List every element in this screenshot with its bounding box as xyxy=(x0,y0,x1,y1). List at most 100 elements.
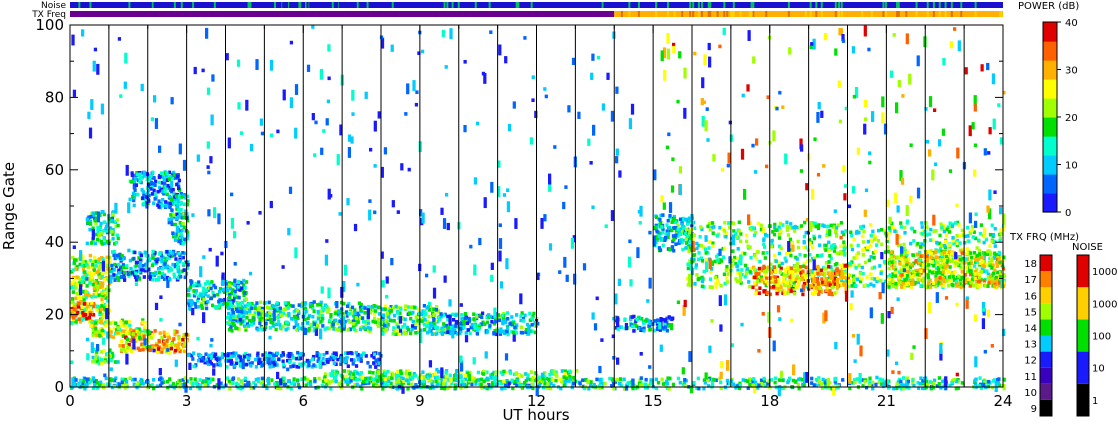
heatmap-cell xyxy=(773,253,777,258)
heatmap-cell xyxy=(372,361,376,365)
heatmap-cell xyxy=(749,255,753,260)
heatmap-cell xyxy=(916,242,920,246)
heatmap-cell xyxy=(330,379,335,384)
top-bar-speckle xyxy=(926,11,929,17)
top-bar-speckle xyxy=(820,2,823,8)
heatmap-cell xyxy=(770,238,774,243)
top-bar-speckle xyxy=(180,2,183,8)
heatmap-cell xyxy=(264,313,268,317)
heatmap-cell xyxy=(970,228,974,233)
heatmap-cell xyxy=(403,317,407,322)
heatmap-cell xyxy=(462,325,466,330)
heatmap-cell xyxy=(321,324,325,328)
heatmap-cell xyxy=(661,213,665,217)
heatmap-cell xyxy=(464,374,468,378)
heatmap-cell xyxy=(100,361,104,366)
heatmap-cell xyxy=(910,226,914,231)
heatmap-cell xyxy=(76,383,80,387)
heatmap-cell xyxy=(130,171,134,175)
heatmap-cell xyxy=(133,188,137,192)
heatmap-cell xyxy=(422,379,426,384)
heatmap-cell xyxy=(448,373,452,378)
heatmap-cell xyxy=(514,331,519,335)
heatmap-cell xyxy=(725,264,729,269)
heatmap-cell xyxy=(277,357,281,362)
heatmap-cell xyxy=(494,371,498,375)
heatmap-cell xyxy=(160,335,164,340)
heatmap-cell xyxy=(501,313,505,318)
top-bar-speckle xyxy=(840,2,843,8)
heatmap-cell xyxy=(506,326,510,331)
heatmap-cell xyxy=(715,234,719,238)
top-bar-speckle xyxy=(525,2,528,8)
top-bar-speckle xyxy=(637,11,640,17)
heatmap-cell xyxy=(991,233,996,237)
heatmap-cell xyxy=(82,379,86,383)
top-bar-speckle xyxy=(249,2,252,8)
heatmap-cell xyxy=(552,369,556,374)
top-bar-speckle xyxy=(213,2,216,8)
heatmap-cell xyxy=(711,244,715,249)
heatmap-cell xyxy=(920,231,924,236)
heatmap-cell xyxy=(196,352,201,357)
heatmap-cell xyxy=(129,266,133,271)
heatmap-cell xyxy=(231,322,235,326)
heatmap-cell xyxy=(774,259,778,264)
heatmap-cell xyxy=(116,253,120,258)
heatmap-cell xyxy=(954,221,958,225)
heatmap-cell xyxy=(121,344,125,348)
top-bar-speckle xyxy=(488,2,491,8)
heatmap-cell xyxy=(409,305,413,310)
heatmap-cell xyxy=(389,309,393,313)
heatmap-cell xyxy=(117,271,121,275)
top-bar-speckle xyxy=(196,2,199,8)
heatmap-cell xyxy=(240,380,244,385)
heatmap-cell xyxy=(174,343,178,348)
heatmap-cell xyxy=(707,246,711,250)
heatmap-cell xyxy=(919,245,923,249)
heatmap-cell xyxy=(715,254,719,259)
heatmap-cell xyxy=(672,248,676,253)
heatmap-cell xyxy=(192,283,196,288)
heatmap-cell xyxy=(902,376,906,380)
top-bar-speckle xyxy=(298,2,301,8)
heatmap-cell xyxy=(498,329,502,334)
heatmap-cell xyxy=(113,262,117,267)
heatmap-cell xyxy=(71,268,75,272)
heatmap-cell xyxy=(74,378,78,382)
heatmap-cell xyxy=(710,285,714,290)
top-bar-speckle xyxy=(896,11,899,17)
heatmap-cell xyxy=(92,272,96,276)
top-bar-speckle xyxy=(950,11,953,17)
heatmap-cell xyxy=(671,234,676,238)
heatmap-cell xyxy=(291,304,295,308)
heatmap-cell xyxy=(220,355,224,360)
heatmap-cell xyxy=(94,353,99,357)
heatmap-cell xyxy=(411,319,415,324)
heatmap-cell xyxy=(855,377,859,381)
heatmap-cell xyxy=(481,372,486,376)
heatmap-cell xyxy=(175,182,179,187)
top-bar-speckle xyxy=(673,2,676,8)
heatmap-cell xyxy=(179,212,183,217)
heatmap-cell xyxy=(90,275,94,280)
heatmap-cell xyxy=(644,377,648,382)
heatmap-cell xyxy=(470,382,474,387)
heatmap-cell xyxy=(84,313,88,317)
heatmap-cell xyxy=(595,377,599,382)
heatmap-cell xyxy=(170,197,174,201)
heatmap-cell xyxy=(89,241,94,245)
heatmap-cell xyxy=(205,280,210,284)
heatmap-cell xyxy=(578,381,582,386)
heatmap-cell xyxy=(725,276,729,280)
heatmap-cell xyxy=(708,277,713,282)
heatmap-cell xyxy=(104,224,109,229)
heatmap-cell xyxy=(359,353,364,358)
heatmap-cell xyxy=(88,312,92,317)
heatmap-cell xyxy=(85,377,90,382)
heatmap-cell xyxy=(412,305,417,310)
heatmap-cell xyxy=(278,306,282,311)
heatmap-cell xyxy=(142,174,146,178)
heatmap-cell xyxy=(528,311,532,316)
heatmap-cell xyxy=(234,326,238,330)
